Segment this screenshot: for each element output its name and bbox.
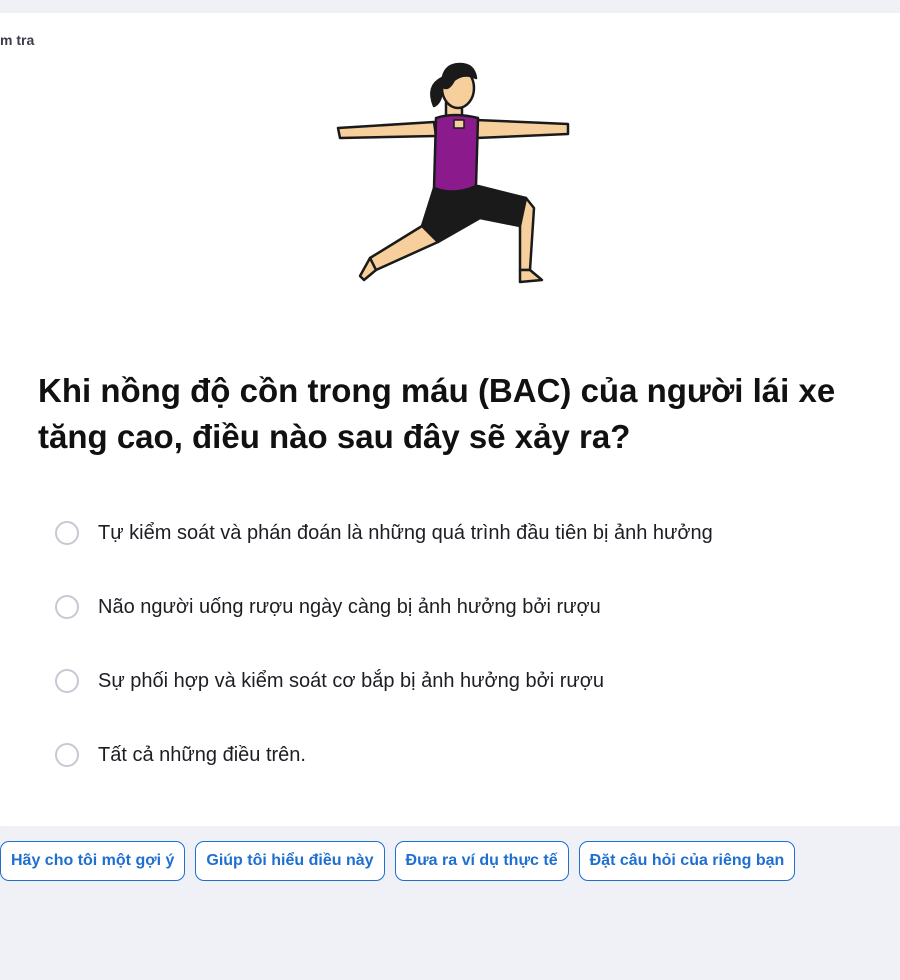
answer-option[interactable]: Tự kiểm soát và phán đoán là những quá t… [55,513,875,553]
radio-button[interactable] [55,521,79,545]
radio-button[interactable] [55,669,79,693]
radio-button[interactable] [55,743,79,767]
answer-option-label: Tự kiểm soát và phán đoán là những quá t… [98,521,713,544]
hint-button[interactable]: Hãy cho tôi một gợi ý [0,841,186,881]
answer-option[interactable]: Sự phối hợp và kiểm soát cơ bắp bị ảnh h… [55,661,875,701]
help-chips: Hãy cho tôi một gợi ý Giúp tôi hiểu điều… [0,841,796,881]
explain-button[interactable]: Giúp tôi hiểu điều này [195,841,385,881]
answer-option-label: Não người uống rượu ngày càng bị ảnh hưở… [98,595,601,618]
breadcrumb: m tra [0,32,35,48]
ask-own-question-button[interactable]: Đặt câu hỏi của riêng bạn [578,841,796,881]
question-text: Khi nồng độ cồn trong máu (BAC) của ngườ… [38,372,836,455]
yoga-warrior-illustration [330,58,575,293]
radio-button[interactable] [55,595,79,619]
answer-option-label: Tất cả những điều trên. [98,743,306,766]
yoga-figure-icon [336,62,570,284]
answer-option-label: Sự phối hợp và kiểm soát cơ bắp bị ảnh h… [98,669,604,692]
answer-option[interactable]: Tất cả những điều trên. [55,735,875,775]
answer-options: Tự kiểm soát và phán đoán là những quá t… [55,513,875,809]
example-button[interactable]: Đưa ra ví dụ thực tế [394,841,569,881]
answer-option[interactable]: Não người uống rượu ngày càng bị ảnh hưở… [55,587,875,627]
